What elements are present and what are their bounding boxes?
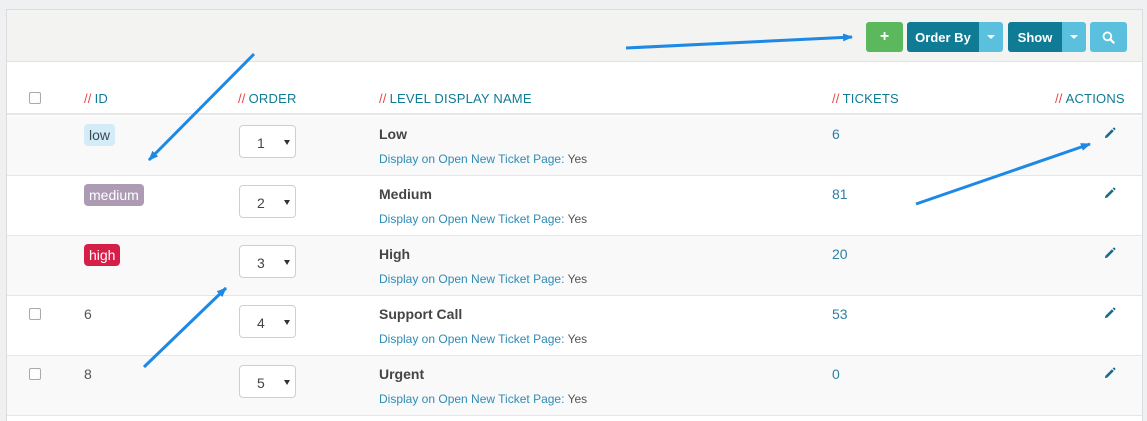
search-icon (1102, 31, 1115, 44)
table-row: 8 5 Urgent Display on Open New Ticket Pa… (7, 356, 1142, 416)
table-header: //ID //ORDER //LEVEL DISPLAY NAME //TICK… (7, 63, 1142, 115)
level-display-name: Support Call (379, 306, 463, 322)
chevron-down-icon (284, 260, 290, 265)
chevron-down-icon (1070, 35, 1078, 39)
pencil-icon[interactable] (1103, 307, 1116, 320)
tickets-count-link[interactable]: 6 (832, 126, 840, 142)
level-display-name: Medium (379, 186, 432, 202)
toolbar: + Order By Show (7, 10, 1142, 62)
column-header-actions: //ACTIONS (1055, 91, 1125, 106)
tickets-count-link[interactable]: 20 (832, 246, 848, 262)
chevron-down-icon (284, 200, 290, 205)
column-header-id[interactable]: //ID (84, 91, 108, 106)
order-select[interactable]: 5 (239, 365, 296, 398)
pencil-icon[interactable] (1103, 187, 1116, 200)
priority-id: 8 (84, 366, 92, 382)
display-on-open-ticket: Display on Open New Ticket Page: Yes (379, 212, 588, 226)
tickets-count-link[interactable]: 0 (832, 366, 840, 382)
table-row: high 3 High Display on Open New Ticket P… (7, 236, 1142, 296)
search-button[interactable] (1090, 22, 1127, 52)
pencil-icon[interactable] (1103, 367, 1116, 380)
table-row: low 1 Low Display on Open New Ticket Pag… (7, 116, 1142, 176)
order-select[interactable]: 1 (239, 125, 296, 158)
display-on-open-ticket: Display on Open New Ticket Page: Yes (379, 332, 588, 346)
pencil-icon[interactable] (1103, 127, 1116, 140)
select-all-checkbox[interactable] (29, 92, 41, 104)
priority-badge-low: low (84, 124, 116, 146)
order-by-button[interactable]: Order By (907, 22, 979, 52)
display-on-open-ticket: Display on Open New Ticket Page: Yes (379, 392, 588, 406)
column-header-tickets[interactable]: //TICKETS (832, 91, 899, 106)
level-display-name: Urgent (379, 366, 425, 382)
priority-badge-medium: medium (84, 184, 144, 206)
tickets-count-link[interactable]: 53 (832, 306, 848, 322)
pencil-icon[interactable] (1103, 247, 1116, 260)
add-priority-button[interactable]: + (866, 22, 903, 52)
display-on-open-ticket: Display on Open New Ticket Page: Yes (379, 272, 588, 286)
order-select[interactable]: 4 (239, 305, 296, 338)
chevron-down-icon (284, 380, 290, 385)
chevron-down-icon (284, 140, 290, 145)
priority-id: 6 (84, 306, 92, 322)
chevron-down-icon (987, 35, 995, 39)
plus-icon: + (879, 28, 890, 45)
row-checkbox[interactable] (29, 308, 41, 320)
order-select[interactable]: 3 (239, 245, 296, 278)
priority-list-panel: + Order By Show //ID //ORDER //LEVEL DIS… (6, 9, 1143, 421)
column-header-level-display-name[interactable]: //LEVEL DISPLAY NAME (379, 91, 532, 106)
order-by-dropdown[interactable]: Order By (907, 22, 1003, 52)
chevron-down-icon (284, 320, 290, 325)
column-header-order[interactable]: //ORDER (238, 91, 297, 106)
table-row: 6 4 Support Call Display on Open New Tic… (7, 296, 1142, 356)
display-on-open-ticket: Display on Open New Ticket Page: Yes (379, 152, 588, 166)
order-by-caret-button[interactable] (979, 22, 1003, 52)
tickets-count-link[interactable]: 81 (832, 186, 848, 202)
table-row: medium 2 Medium Display on Open New Tick… (7, 176, 1142, 236)
level-display-name: High (379, 246, 411, 262)
priority-badge-high: high (84, 244, 121, 266)
level-display-name: Low (379, 126, 407, 142)
row-checkbox[interactable] (29, 368, 41, 380)
show-caret-button[interactable] (1062, 22, 1086, 52)
order-select[interactable]: 2 (239, 185, 296, 218)
show-dropdown[interactable]: Show (1008, 22, 1086, 52)
show-button[interactable]: Show (1008, 22, 1062, 52)
